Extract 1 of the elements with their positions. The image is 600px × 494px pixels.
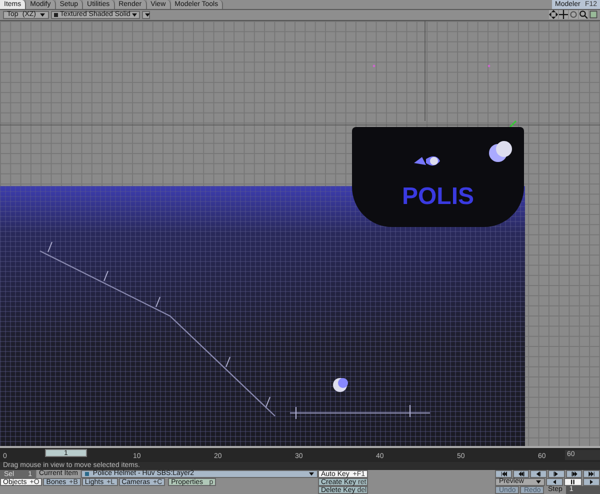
helmet-lettering: POLIS: [402, 182, 474, 211]
